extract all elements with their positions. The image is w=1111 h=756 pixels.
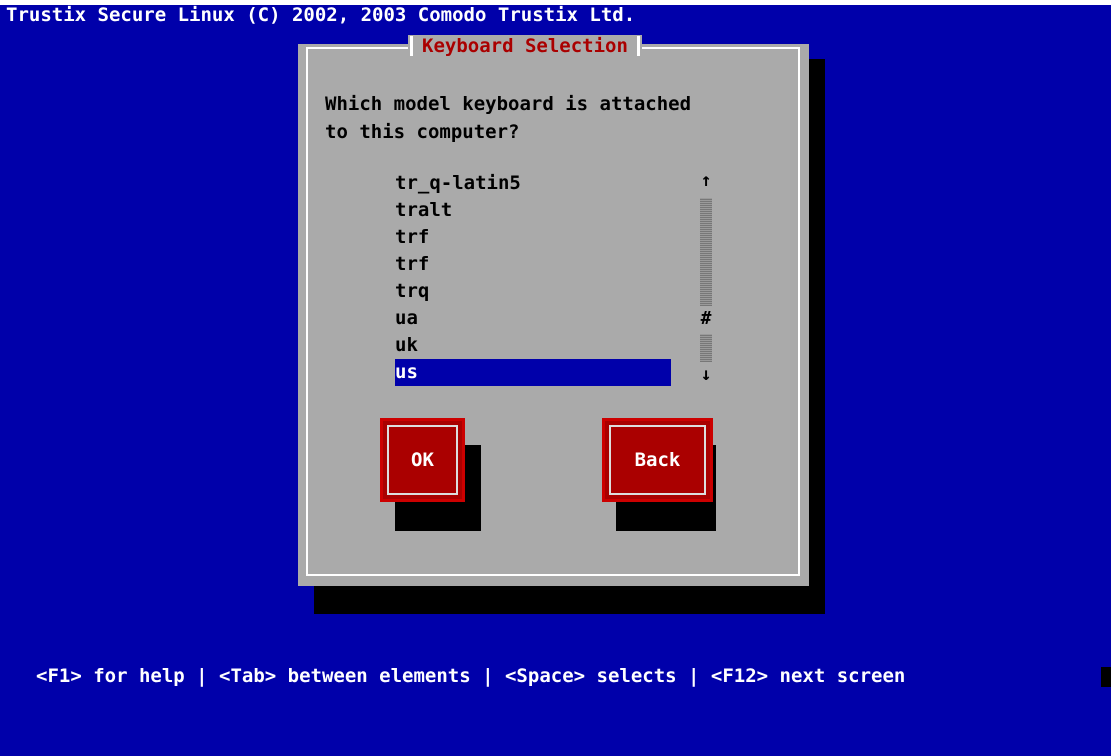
keyboard-selection-dialog: Keyboard Selection Which model keyboard …: [298, 35, 809, 586]
back-button-label: Back: [609, 425, 706, 495]
list-item[interactable]: trf: [395, 251, 671, 278]
installer-screen: { "root": { "title": "Trustix Secure Lin…: [0, 0, 1111, 692]
dialog-prompt: Which model keyboard is attached to this…: [325, 93, 692, 143]
scrollbar-track[interactable]: [700, 198, 712, 306]
status-help-text: <F1> for help | <Tab> between elements |…: [36, 665, 906, 687]
dialog-title: Keyboard Selection: [408, 35, 642, 57]
list-item[interactable]: tralt: [395, 197, 671, 224]
list-item[interactable]: ua: [395, 305, 671, 332]
list-item[interactable]: tr_q-latin5: [395, 170, 671, 197]
scrollbar-thumb[interactable]: #: [696, 308, 716, 330]
ok-button-label: OK: [387, 425, 458, 495]
status-bar: <F1> for help | <Tab> between elements |…: [0, 660, 1111, 692]
arrow-up-icon[interactable]: ↑: [696, 170, 716, 192]
list-item[interactable]: uk: [395, 332, 671, 359]
root-title: Trustix Secure Linux (C) 2002, 2003 Como…: [6, 4, 636, 26]
list-scrollbar[interactable]: ↑ # ↓: [696, 170, 716, 400]
list-item[interactable]: trq: [395, 278, 671, 305]
arrow-down-icon[interactable]: ↓: [696, 364, 716, 386]
keyboard-listbox[interactable]: tr_q-latin5 tralt trf trf trq ua uk us: [395, 170, 678, 400]
scrollbar-track[interactable]: [700, 334, 712, 362]
ok-button[interactable]: OK: [380, 418, 465, 502]
list-item[interactable]: trf: [395, 224, 671, 251]
status-cursor: [1101, 667, 1111, 687]
back-button[interactable]: Back: [602, 418, 713, 502]
list-item-selected[interactable]: us: [395, 359, 671, 386]
